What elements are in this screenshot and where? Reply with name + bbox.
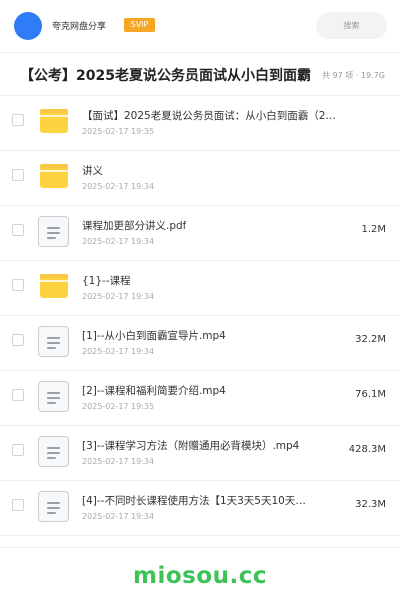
page-title: 【公考】2025老夏说公务员面试从小白到面霸	[20, 68, 311, 84]
item-name: [2]--课程和福利简要介绍.mp4	[82, 385, 226, 397]
item-size: 32.2M	[355, 334, 386, 345]
list-item[interactable]: [4]--不同时长课程使用方法【1天3天5天10天… 2025-02-17 19:…	[0, 481, 400, 536]
folder-icon	[37, 105, 71, 139]
file-icon	[37, 215, 71, 249]
item-name: 课程加更部分讲义.pdf	[82, 220, 187, 232]
item-name: [3]--课程学习方法（附赠通用必背模块）.mp4	[82, 440, 300, 452]
list-item[interactable]: {1}--课程 2025-02-17 19:34	[0, 261, 400, 316]
list-item[interactable]: [1]--从小白到面霸宣导片.mp4 2025-02-17 19:34 32.2M	[0, 316, 400, 371]
folder-meta: 共 97 项 · 19.7G	[322, 71, 385, 80]
folder-icon	[37, 160, 71, 194]
file-icon	[37, 490, 71, 524]
file-list: 【面试】2025老夏说公务员面试：从小白到面霸（2… 2025-02-17 19:…	[0, 96, 400, 536]
share-header: 夸克网盘分享 SVIP 搜索	[0, 0, 400, 52]
item-date: 2025-02-17 19:34	[82, 182, 155, 191]
list-item[interactable]: 课程加更部分讲义.pdf 2025-02-17 19:34 1.2M	[0, 206, 400, 261]
item-checkbox[interactable]	[12, 334, 24, 346]
folder-title-row: 【公考】2025老夏说公务员面试从小白到面霸 共 97 项 · 19.7G	[0, 53, 400, 95]
item-date: 2025-02-17 19:34	[82, 512, 155, 521]
item-name: [4]--不同时长课程使用方法【1天3天5天10天…	[82, 495, 306, 507]
list-item[interactable]: 讲义 2025-02-17 19:34	[0, 151, 400, 206]
avatar[interactable]	[14, 12, 42, 40]
item-date: 2025-02-17 19:35	[82, 402, 155, 411]
search-button[interactable]: 搜索	[316, 12, 387, 39]
list-item[interactable]: [3]--课程学习方法（附赠通用必背模块）.mp4 2025-02-17 19:3…	[0, 426, 400, 481]
item-date: 2025-02-17 19:35	[82, 127, 155, 136]
item-name: 【面试】2025老夏说公务员面试：从小白到面霸（2…	[82, 110, 336, 122]
footer-divider	[0, 547, 400, 548]
item-date: 2025-02-17 19:34	[82, 457, 155, 466]
file-icon	[37, 435, 71, 469]
list-item[interactable]: 【面试】2025老夏说公务员面试：从小白到面霸（2… 2025-02-17 19:…	[0, 96, 400, 151]
item-name: {1}--课程	[82, 275, 131, 287]
item-size: 428.3M	[348, 444, 386, 455]
list-item[interactable]: [2]--课程和福利简要介绍.mp4 2025-02-17 19:35 76.1M	[0, 371, 400, 426]
folder-icon	[37, 270, 71, 304]
file-icon	[37, 325, 71, 359]
item-checkbox[interactable]	[12, 389, 24, 401]
item-checkbox[interactable]	[12, 499, 24, 511]
item-date: 2025-02-17 19:34	[82, 292, 155, 301]
item-checkbox[interactable]	[12, 114, 24, 126]
watermark: miosou.cc	[132, 563, 268, 589]
item-size: 76.1M	[355, 389, 386, 400]
item-checkbox[interactable]	[12, 444, 24, 456]
file-icon	[37, 380, 71, 414]
item-date: 2025-02-17 19:34	[82, 237, 155, 246]
item-name: 讲义	[82, 165, 103, 177]
item-size: 1.2M	[361, 224, 386, 235]
item-checkbox[interactable]	[12, 279, 24, 291]
item-size: 32.3M	[355, 499, 386, 510]
item-checkbox[interactable]	[12, 224, 24, 236]
item-date: 2025-02-17 19:34	[82, 347, 155, 356]
item-checkbox[interactable]	[12, 169, 24, 181]
share-name: 夸克网盘分享	[52, 22, 107, 32]
svip-badge: SVIP	[124, 18, 155, 32]
item-name: [1]--从小白到面霸宣导片.mp4	[82, 330, 226, 342]
